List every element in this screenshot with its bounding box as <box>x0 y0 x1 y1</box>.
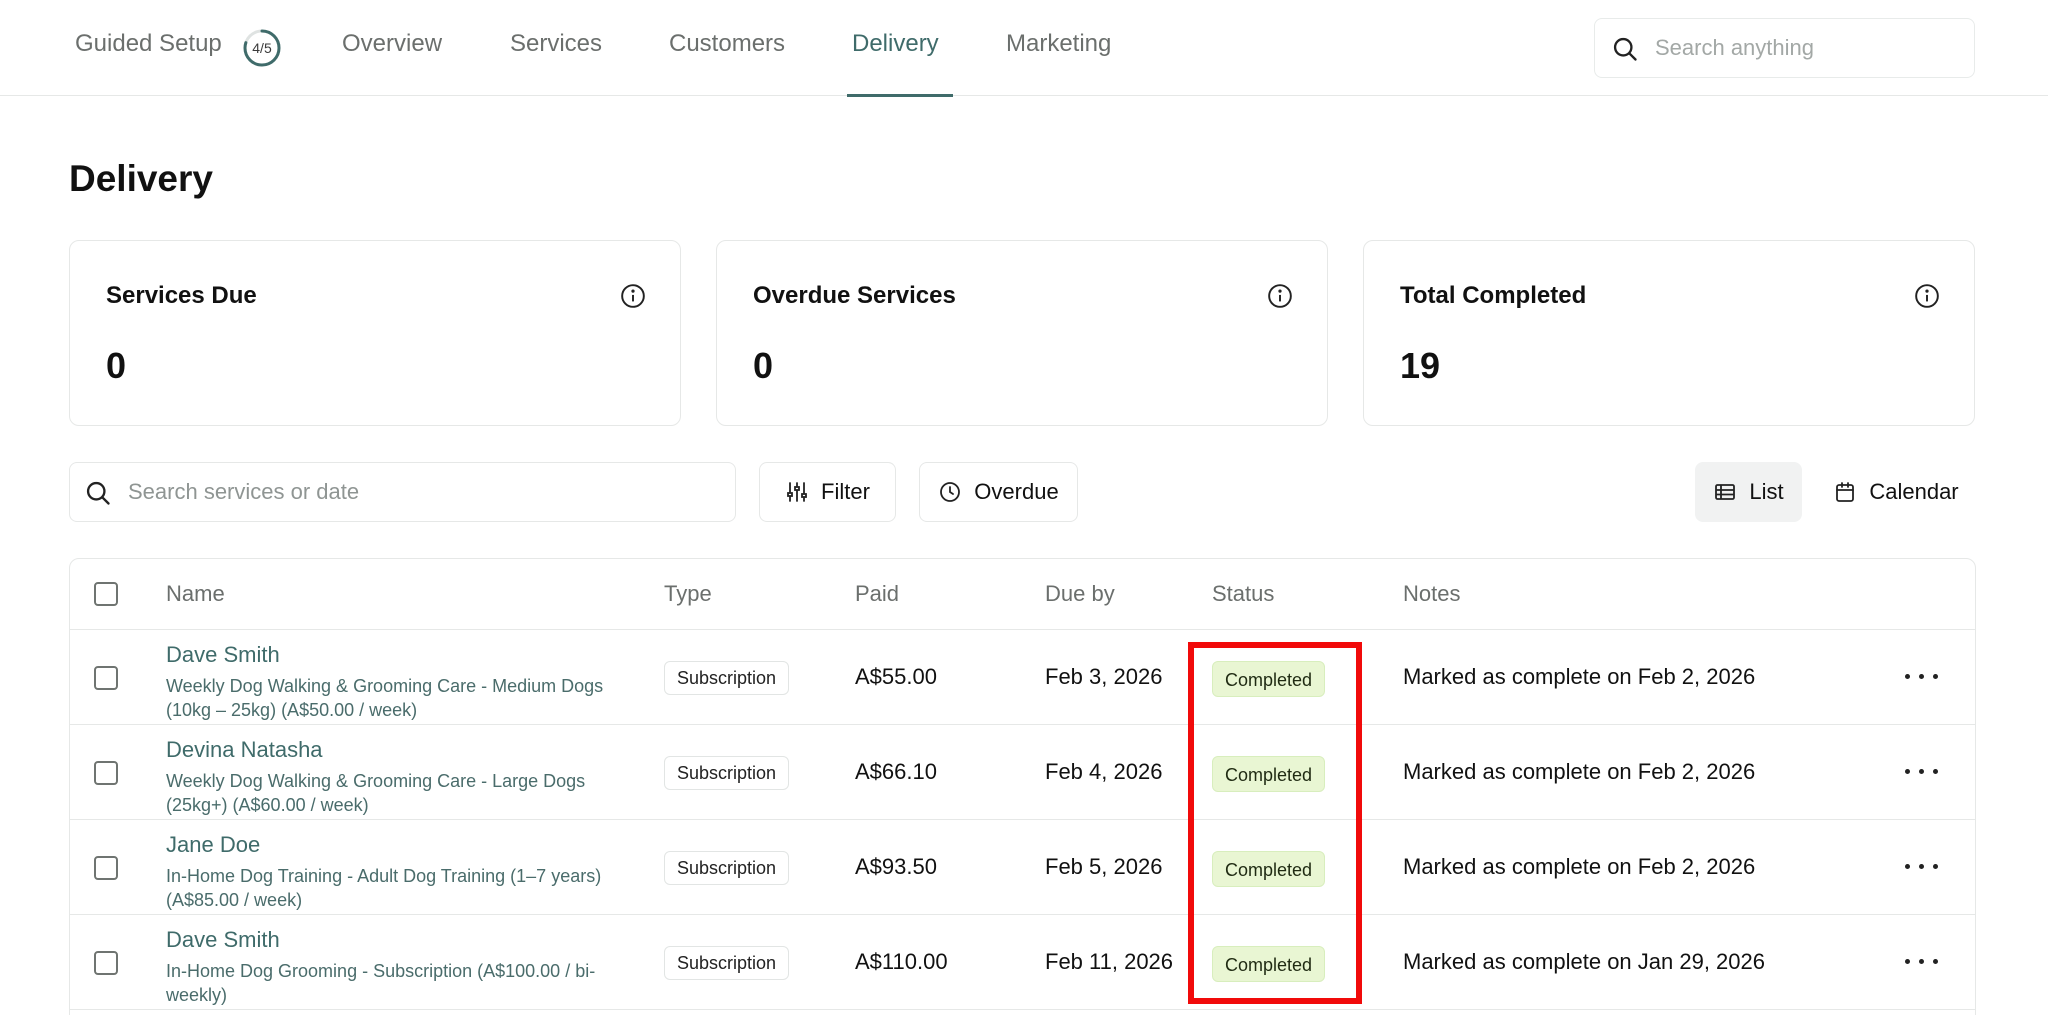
paid-amount: A$55.00 <box>855 664 937 689</box>
tab-marketing-label: Marketing <box>1006 30 1112 57</box>
overdue-button-label: Overdue <box>974 479 1059 504</box>
calendar-view-button[interactable]: Calendar <box>1816 462 1976 522</box>
search-icon <box>1613 37 1637 61</box>
overdue-button[interactable]: Overdue <box>919 462 1078 522</box>
active-tab-indicator <box>847 94 953 97</box>
type-badge: Subscription <box>664 946 790 980</box>
global-search-input[interactable] <box>1655 19 1955 77</box>
status-badge: Completed <box>1212 946 1326 982</box>
paid-amount: A$93.50 <box>855 854 937 879</box>
tab-services-label: Services <box>510 30 603 57</box>
type-badge: Subscription <box>664 661 790 695</box>
top-nav: Guided Setup 4/5 Overview Services Custo… <box>0 0 2048 97</box>
row-checkbox[interactable] <box>94 856 118 880</box>
page-title: Delivery <box>69 158 213 199</box>
row-checkbox[interactable] <box>94 761 118 785</box>
select-all-checkbox[interactable] <box>94 582 118 606</box>
row-checkbox[interactable] <box>94 951 118 975</box>
table-row[interactable]: Dave Smith In-Home Dog Grooming - Subscr… <box>70 915 1975 1010</box>
service-description: Weekly Dog Walking & Grooming Care - Lar… <box>166 771 586 815</box>
services-search-input[interactable] <box>128 463 718 521</box>
calendar-icon <box>1836 482 1855 502</box>
nav-guided-setup[interactable]: Guided Setup <box>75 30 222 58</box>
stat-card-overdue-services: Overdue Services 0 <box>716 240 1328 426</box>
search-icon <box>86 481 110 505</box>
more-horizontal-icon[interactable] <box>1902 848 1942 884</box>
tab-customers-label: Customers <box>669 30 786 57</box>
info-icon[interactable] <box>1914 283 1940 309</box>
due-date: Feb 4, 2026 <box>1045 759 1163 784</box>
tab-overview[interactable]: Overview <box>342 30 442 58</box>
filter-button-label: Filter <box>821 479 870 504</box>
row-notes: Marked as complete on Feb 2, 2026 <box>1403 664 1756 689</box>
type-badge: Subscription <box>664 756 790 790</box>
more-horizontal-icon[interactable] <box>1902 943 1942 979</box>
paid-amount: A$110.00 <box>855 949 948 974</box>
list-icon <box>1715 484 1736 500</box>
stat-label: Total Completed <box>1400 282 1587 309</box>
info-icon[interactable] <box>1267 283 1293 309</box>
list-view-button[interactable]: List <box>1695 462 1802 522</box>
service-description: In-Home Dog Grooming - Subscription (A$1… <box>166 961 596 1005</box>
column-header-status[interactable]: Status <box>1212 581 1274 607</box>
tab-delivery-label: Delivery <box>852 30 939 57</box>
filter-button[interactable]: Filter <box>759 462 896 522</box>
stat-label: Overdue Services <box>753 282 956 309</box>
info-icon[interactable] <box>620 283 646 309</box>
stat-label: Services Due <box>106 282 257 309</box>
table-row[interactable]: Jane Doe In-Home Dog Training - Adult Do… <box>70 820 1975 915</box>
tab-services[interactable]: Services <box>510 30 602 58</box>
clock-icon <box>940 482 961 502</box>
row-notes: Marked as complete on Feb 2, 2026 <box>1403 854 1756 879</box>
paid-amount: A$66.10 <box>855 759 937 784</box>
customer-name[interactable]: Jane Doe <box>166 832 260 858</box>
setup-progress-text: 4/5 <box>252 40 272 56</box>
more-horizontal-icon[interactable] <box>1902 658 1942 694</box>
stat-card-services-due: Services Due 0 <box>69 240 681 426</box>
due-date: Feb 5, 2026 <box>1045 854 1163 879</box>
stat-value: 0 <box>106 345 127 386</box>
column-header-name[interactable]: Name <box>166 581 225 607</box>
due-date: Feb 11, 2026 <box>1045 949 1174 974</box>
table-row[interactable]: Devina Natasha Weekly Dog Walking & Groo… <box>70 725 1975 820</box>
services-search <box>69 462 736 522</box>
type-badge: Subscription <box>664 851 790 885</box>
table-header: Name Type Paid Due by Status Notes <box>70 559 1975 630</box>
nav-guided-setup-label: Guided Setup <box>75 30 222 57</box>
tab-delivery[interactable]: Delivery <box>852 30 939 58</box>
status-badge: Completed <box>1212 851 1326 887</box>
row-checkbox[interactable] <box>94 666 118 690</box>
tab-customers[interactable]: Customers <box>669 30 785 58</box>
tab-overview-label: Overview <box>342 30 443 57</box>
status-badge: Completed <box>1212 756 1326 792</box>
sliders-icon <box>787 482 807 502</box>
column-header-type[interactable]: Type <box>664 581 712 607</box>
service-description: In-Home Dog Training - Adult Dog Trainin… <box>166 866 602 910</box>
due-date: Feb 3, 2026 <box>1045 664 1163 689</box>
service-description: Weekly Dog Walking & Grooming Care - Med… <box>166 676 604 720</box>
stat-value: 19 <box>1400 345 1441 386</box>
column-header-notes[interactable]: Notes <box>1403 581 1460 607</box>
column-header-paid[interactable]: Paid <box>855 581 899 607</box>
customer-name[interactable]: Devina Natasha <box>166 737 323 763</box>
column-header-due-by[interactable]: Due by <box>1045 581 1115 607</box>
stat-card-total-completed: Total Completed 19 <box>1363 240 1975 426</box>
customer-name[interactable]: Dave Smith <box>166 927 280 953</box>
more-horizontal-icon[interactable] <box>1902 753 1942 789</box>
customer-name[interactable]: Dave Smith <box>166 642 280 668</box>
table-row[interactable]: Dave Smith Weekly Dog Walking & Grooming… <box>70 630 1975 725</box>
calendar-view-label: Calendar <box>1869 479 1959 504</box>
delivery-table: Name Type Paid Due by Status Notes Dave … <box>69 558 1976 1015</box>
setup-progress-ring[interactable]: 4/5 <box>242 28 282 68</box>
global-search <box>1594 18 1975 78</box>
row-notes: Marked as complete on Feb 2, 2026 <box>1403 759 1756 784</box>
list-view-label: List <box>1749 479 1784 504</box>
stat-value: 0 <box>753 345 774 386</box>
tab-marketing[interactable]: Marketing <box>1006 30 1111 58</box>
row-notes: Marked as complete on Jan 29, 2026 <box>1403 949 1766 974</box>
status-badge: Completed <box>1212 661 1326 697</box>
